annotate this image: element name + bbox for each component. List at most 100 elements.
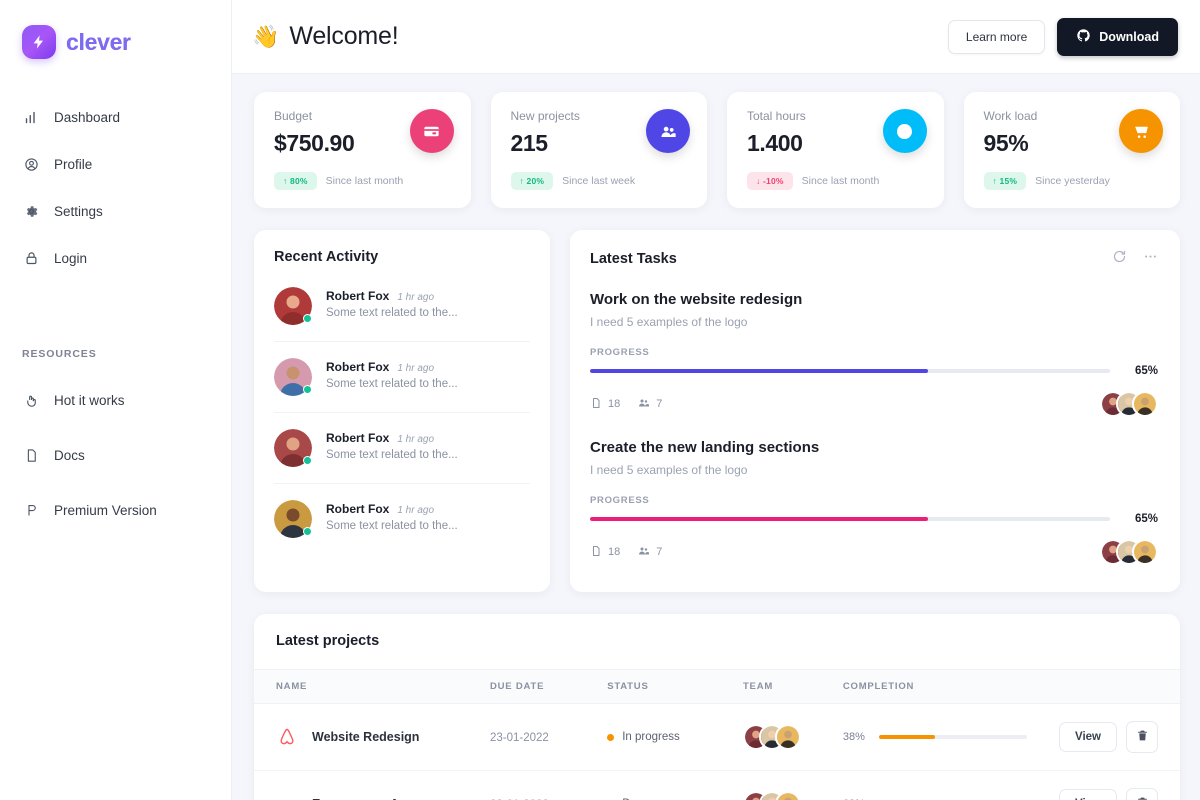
project-name-label: Website Redesign xyxy=(312,730,420,744)
sidebar-item-how-it-works[interactable]: Hot it works xyxy=(0,382,231,418)
brand[interactable]: clever xyxy=(0,20,231,59)
trash-icon xyxy=(1136,729,1149,745)
column-header-due-date: DUE DATE xyxy=(489,669,608,704)
online-status-dot xyxy=(303,456,312,465)
people-icon xyxy=(638,397,650,412)
users-icon xyxy=(646,109,690,153)
list-item[interactable]: Robert Fox 1 hr ago Some text related to… xyxy=(274,500,530,554)
stat-since: Since yesterday xyxy=(1035,175,1110,187)
activity-head: Robert Fox 1 hr ago xyxy=(326,431,458,445)
activity-user-name: Robert Fox xyxy=(326,502,390,516)
sparkle-icon xyxy=(22,501,40,519)
completion-percent: 38% xyxy=(842,731,865,743)
delete-button[interactable] xyxy=(1126,788,1158,800)
activity-head: Robert Fox 1 hr ago xyxy=(326,360,458,374)
document-icon xyxy=(22,446,40,464)
view-button[interactable]: View xyxy=(1059,789,1117,800)
project-actions-cell: View xyxy=(1059,703,1180,771)
ellipsis-icon[interactable] xyxy=(1143,249,1158,269)
wallet-icon xyxy=(409,109,454,153)
list-item[interactable]: Robert Fox 1 hr ago Some text related to… xyxy=(274,429,530,484)
table-row[interactable]: Website Redesign 23-01-2022 In progress xyxy=(254,703,1180,771)
status-badge: ↑ 15% xyxy=(983,172,1027,190)
stat-card-new-projects: New projects 215 ↑ 20% Since last week xyxy=(490,92,707,208)
list-item[interactable]: Robert Fox 1 hr ago Some text related to… xyxy=(274,287,530,342)
progress-percent: 65% xyxy=(1134,365,1158,377)
task-footer: 18 7 xyxy=(590,539,1158,565)
amazon-icon: a xyxy=(276,793,298,800)
project-actions-cell: View xyxy=(1059,770,1180,800)
refresh-icon[interactable] xyxy=(1112,249,1127,269)
latest-tasks-title: Latest Tasks xyxy=(590,251,677,267)
row-actions: View xyxy=(1059,721,1180,753)
progress-bar xyxy=(590,517,1110,521)
task-metas: 18 7 xyxy=(590,545,662,560)
stat-card-total-hours: Total hours 1.400 ↓ -10% Since last mont… xyxy=(727,92,944,208)
activity-user-name: Robert Fox xyxy=(326,289,390,303)
task-item[interactable]: Work on the website redesign I need 5 ex… xyxy=(590,291,1158,417)
project-name: a E-commerce App xyxy=(276,793,490,800)
task-title: Work on the website redesign xyxy=(590,291,803,308)
progress-bar xyxy=(590,369,1110,373)
completion: 38% xyxy=(843,731,1059,743)
sidebar-item-premium-version[interactable]: Premium Version xyxy=(0,492,231,528)
status-badge: ↓ -10% xyxy=(747,172,793,190)
activity-head: Robert Fox 1 hr ago xyxy=(326,289,458,303)
svg-text:a: a xyxy=(280,796,287,800)
activity-body: Robert Fox 1 hr ago Some text related to… xyxy=(326,358,458,390)
resources-section-title: RESOURCES xyxy=(22,348,97,360)
sidebar-item-label: Premium Version xyxy=(54,502,157,518)
column-header-status: STATUS xyxy=(607,669,743,704)
table-body: Website Redesign 23-01-2022 In progress xyxy=(254,703,1180,800)
progress-label: PROGRESS xyxy=(590,347,650,358)
dashboard-app: clever Dashboard Profile Settings Login … xyxy=(0,0,1200,800)
progress-row: 65% xyxy=(590,513,1158,525)
project-due-date: 23-01-2022 xyxy=(489,732,549,744)
row-actions: View xyxy=(1059,788,1180,800)
project-team-cell xyxy=(742,770,843,800)
view-button[interactable]: View xyxy=(1059,722,1117,752)
avatar xyxy=(274,429,312,467)
project-name-cell: Website Redesign xyxy=(254,703,490,771)
project-completion-cell: 63% xyxy=(842,770,1059,800)
sidebar-item-docs[interactable]: Docs xyxy=(0,437,231,473)
latest-projects-card: Latest projects NAME DUE DATE STATUS TEA… xyxy=(254,614,1180,800)
table-row[interactable]: a E-commerce App 23-01-2022 xyxy=(254,770,1180,800)
people-icon xyxy=(638,545,650,560)
project-name-cell: a E-commerce App xyxy=(254,770,490,800)
welcome-title: Welcome! xyxy=(289,22,399,50)
download-button[interactable]: Download xyxy=(1057,17,1178,56)
list-item[interactable]: Robert Fox 1 hr ago Some text related to… xyxy=(274,358,530,413)
progress-percent: 65% xyxy=(1134,513,1158,525)
project-due-date-cell: 23-01-2022 xyxy=(489,770,608,800)
tasks-tools xyxy=(1112,249,1158,269)
lightning-bolt-icon xyxy=(22,25,56,59)
topbar: 👋 Welcome! Learn more Download xyxy=(232,0,1200,74)
task-docs-count: 18 xyxy=(608,546,621,558)
document-icon xyxy=(590,545,602,560)
airbnb-icon xyxy=(276,726,298,748)
sidebar-item-dashboard[interactable]: Dashboard xyxy=(0,99,231,135)
project-due-date-cell: 23-01-2022 xyxy=(489,703,608,771)
task-team-meta: 7 xyxy=(638,397,662,412)
task-item[interactable]: Create the new landing sections I need 5… xyxy=(590,439,1158,565)
column-header-team: TEAM xyxy=(742,669,843,704)
delete-button[interactable] xyxy=(1126,721,1158,753)
latest-projects-title: Latest projects xyxy=(276,633,380,649)
sidebar-item-settings[interactable]: Settings xyxy=(0,193,231,229)
activity-text: Some text related to the... xyxy=(326,520,458,532)
column-header-name: NAME xyxy=(254,669,490,704)
activity-body: Robert Fox 1 hr ago Some text related to… xyxy=(326,287,458,319)
activity-user-name: Robert Fox xyxy=(326,360,390,374)
projects-table: NAME DUE DATE STATUS TEAM COMPLETION Web… xyxy=(254,669,1180,800)
gear-icon xyxy=(22,202,40,220)
sidebar-item-login[interactable]: Login xyxy=(0,240,231,276)
status-label: In progress xyxy=(622,731,680,743)
learn-more-button[interactable]: Learn more xyxy=(947,19,1046,54)
status-badge: In progress xyxy=(607,731,743,743)
latest-tasks-card: Latest Tasks Work on the website redesig… xyxy=(570,230,1180,592)
stat-since: Since last month xyxy=(325,175,404,187)
lock-icon xyxy=(22,249,40,267)
task-title: Create the new landing sections xyxy=(590,439,820,456)
sidebar-item-profile[interactable]: Profile xyxy=(0,146,231,182)
